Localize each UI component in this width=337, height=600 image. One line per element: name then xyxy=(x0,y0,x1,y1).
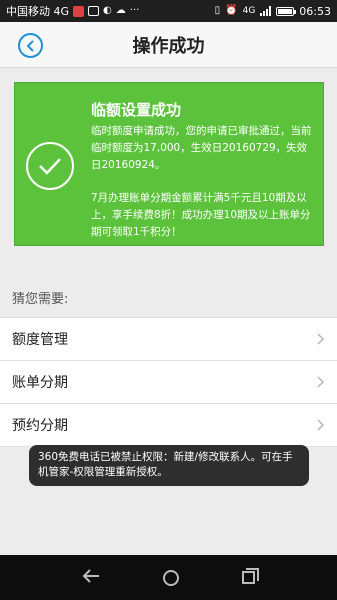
promo-message: 7月办理账单分期金额累计满5千元且10期及以上，享手续费8折！成功办理10期及以… xyxy=(91,192,311,238)
success-message: 临时额度申请成功，您的申请已审批通过，当前临时额度为17,000，生效日2016… xyxy=(91,125,312,171)
network-type-label: 4G xyxy=(242,6,256,16)
checkmark-icon xyxy=(26,142,74,190)
success-heading: 临额设置成功 xyxy=(91,101,182,119)
back-button[interactable] xyxy=(18,33,43,58)
back-arrow-icon xyxy=(82,569,99,583)
nav-back-button[interactable] xyxy=(82,568,100,587)
permission-toast: 360免费电话已被禁止权限：新建/修改联系人。可在手机管家-权限管理重新授权。 xyxy=(29,445,309,486)
cloud-icon: ☁ xyxy=(115,5,126,16)
vibrate-icon: ▯ xyxy=(214,5,221,16)
carrier-label: 中国移动 4G xyxy=(6,5,70,18)
chevron-right-icon xyxy=(317,419,325,431)
clock: 06:53 xyxy=(299,4,331,18)
signal-icon xyxy=(260,6,272,16)
chevron-right-icon xyxy=(317,333,325,345)
nav-home-button[interactable] xyxy=(162,569,179,586)
chevron-left-icon xyxy=(26,39,34,52)
chevron-right-icon xyxy=(317,376,325,388)
image-notification-icon xyxy=(88,6,100,16)
app-header: 操作成功 xyxy=(0,22,337,68)
status-bar: 中国移动 4G ◐ ☁ ··· ▯ ⏰ 4G 06:53 xyxy=(0,0,337,22)
success-card: 临额设置成功 临时额度申请成功，您的申请已审批通过，当前临时额度为17,000，… xyxy=(14,82,324,246)
list-item-bill-installment[interactable]: 账单分期 xyxy=(0,361,337,404)
sync-icon: ◐ xyxy=(103,5,112,16)
recommend-list: 额度管理 账单分期 预约分期 xyxy=(0,317,337,447)
nav-recent-apps-button[interactable] xyxy=(242,568,260,584)
list-item-label: 预约分期 xyxy=(12,418,68,434)
app-notification-icon xyxy=(73,5,85,17)
list-item-limit-management[interactable]: 额度管理 xyxy=(0,318,337,361)
notification-icons: ◐ ☁ ··· xyxy=(73,5,140,17)
guess-section-title: 猜您需要: xyxy=(12,292,69,307)
page-title: 操作成功 xyxy=(132,35,205,57)
list-item-reserve-installment[interactable]: 预约分期 xyxy=(0,404,337,447)
list-item-label: 额度管理 xyxy=(12,332,68,348)
system-nav-bar xyxy=(0,555,337,600)
battery-icon xyxy=(276,6,297,16)
more-dots-icon: ··· xyxy=(129,5,140,16)
alarm-icon: ⏰ xyxy=(225,5,238,16)
list-item-label: 账单分期 xyxy=(12,375,68,391)
